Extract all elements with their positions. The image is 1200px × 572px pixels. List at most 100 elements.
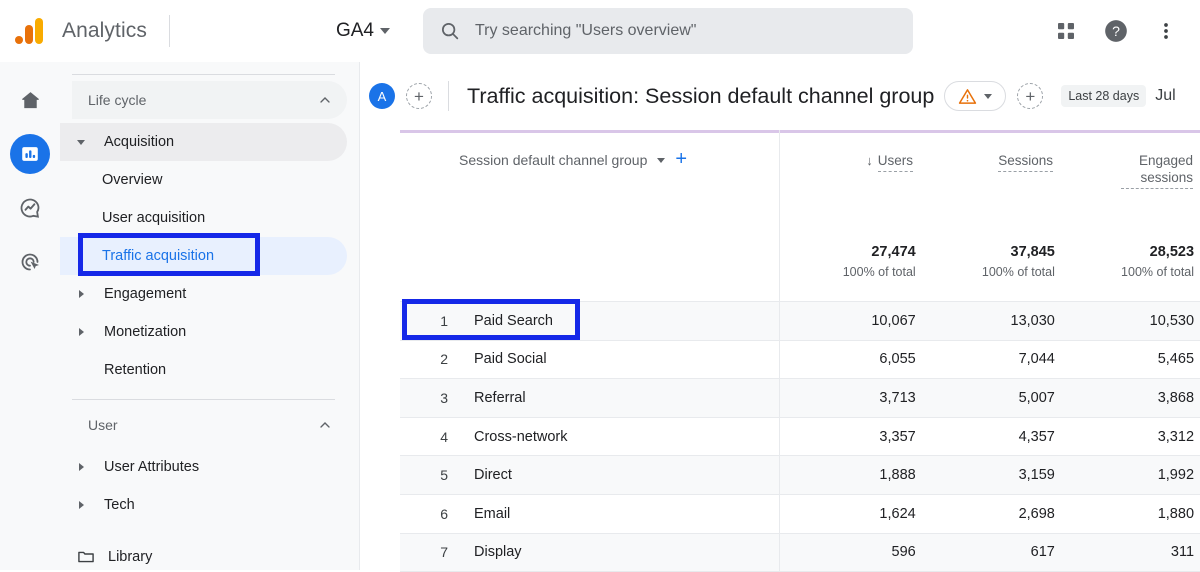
table-row[interactable]: 7 Display 596 617 311 <box>400 533 1200 572</box>
table-row[interactable]: 5 Direct 1,888 3,159 1,992 <box>400 456 1200 495</box>
row-name[interactable]: Display <box>474 544 522 560</box>
more-options-button[interactable] <box>1146 11 1186 51</box>
row-dimension-cell: 3 Referral <box>400 390 777 406</box>
row-name[interactable]: Paid Search <box>474 313 553 329</box>
apps-grid-icon <box>1058 23 1074 39</box>
nav-item-label: Tech <box>104 497 135 513</box>
row-name[interactable]: Email <box>474 506 510 522</box>
row-sessions: 3,159 <box>1018 467 1055 484</box>
row-name[interactable]: Paid Social <box>474 351 547 367</box>
rail-item-reports[interactable] <box>10 134 50 174</box>
caret-right-icon <box>72 290 90 298</box>
row-sessions: 617 <box>1030 544 1055 561</box>
row-users: 10,067 <box>871 312 916 329</box>
row-dimension-cell: 6 Email <box>400 506 777 522</box>
row-name[interactable]: Referral <box>474 390 526 406</box>
rail-item-home[interactable] <box>10 80 50 120</box>
table-column-divider <box>779 533 780 572</box>
nav-item-traffic-acquisition[interactable]: Traffic acquisition <box>60 237 347 275</box>
row-rank: 4 <box>440 428 448 445</box>
dimension-label[interactable]: Session default channel group <box>459 152 647 168</box>
search-input[interactable]: Try searching "Users overview" <box>422 8 913 54</box>
rail-item-explore[interactable] <box>10 188 50 228</box>
row-name[interactable]: Cross-network <box>474 429 567 445</box>
nav-section-life-cycle[interactable]: Life cycle <box>72 81 347 119</box>
caret-down-icon <box>72 139 90 145</box>
totals-subtitle: 100% of total <box>842 265 916 279</box>
nav-item-acquisition[interactable]: Acquisition <box>60 123 347 161</box>
reports-bar-chart-icon <box>22 147 38 161</box>
search-placeholder: Try searching "Users overview" <box>474 22 697 39</box>
avatar[interactable]: A <box>369 83 395 109</box>
table-row[interactable]: 4 Cross-network 3,357 4,357 3,312 <box>400 417 1200 457</box>
nav-section-label: Life cycle <box>88 92 147 108</box>
table-row[interactable]: 6 Email 1,624 2,698 1,880 <box>400 494 1200 534</box>
top-bar: Analytics GA4 Try searching "Users overv… <box>0 0 1200 62</box>
row-users: 6,055 <box>879 351 916 368</box>
totals-subtitle: 100% of total <box>981 265 1055 279</box>
arrow-down-icon: ↓ <box>866 153 873 168</box>
nav-item-library[interactable]: Library <box>60 538 359 570</box>
nav-item-user-attributes[interactable]: User Attributes <box>60 448 347 486</box>
row-engaged-sessions: 3,312 <box>1157 428 1195 445</box>
row-dimension-cell: 2 Paid Social <box>400 351 777 367</box>
metric-header-engaged-sessions: Engaged sessions <box>1059 142 1199 240</box>
warning-triangle-icon <box>959 88 977 104</box>
nav-section-user[interactable]: User <box>72 406 347 444</box>
nav-item-tech[interactable]: Tech <box>60 486 347 524</box>
table-row[interactable]: 3 Referral 3,713 5,007 3,868 <box>400 379 1200 418</box>
data-table: Session default channel group + ↓ Users S… <box>361 130 1200 572</box>
row-name[interactable]: Direct <box>474 467 512 483</box>
row-sessions: 4,357 <box>1018 428 1055 445</box>
help-circle-icon: ? <box>1105 20 1127 42</box>
metric-label[interactable]: Sessions <box>998 152 1053 172</box>
nav-item-retention[interactable]: Retention <box>60 351 347 389</box>
table-column-divider <box>779 379 780 417</box>
row-rank: 3 <box>440 389 448 406</box>
table-column-divider <box>779 417 780 456</box>
table-column-divider <box>779 340 780 379</box>
help-button[interactable]: ? <box>1096 11 1136 51</box>
row-engaged-sessions: 311 <box>1170 544 1195 561</box>
row-rank: 2 <box>440 351 448 368</box>
caret-right-icon <box>72 463 90 471</box>
metric-label[interactable]: Engaged sessions <box>1121 152 1193 189</box>
nav-item-label: Monetization <box>104 324 187 340</box>
metric-label[interactable]: Users <box>877 152 913 172</box>
caret-down-icon <box>984 93 993 99</box>
metric-header-sessions: Sessions <box>919 142 1059 240</box>
caret-down-icon[interactable] <box>657 158 666 163</box>
rail-item-advertising[interactable] <box>10 242 50 282</box>
row-engaged-sessions: 5,465 <box>1157 351 1195 368</box>
page-title: Traffic acquisition: Session default cha… <box>467 83 935 108</box>
add-dimension-button[interactable]: + <box>675 149 687 169</box>
nav-item-user-acquisition[interactable]: User acquisition <box>60 199 347 237</box>
metric-header-users: ↓ Users <box>779 142 919 240</box>
caret-right-icon <box>72 501 90 509</box>
row-dimension-cell: 7 Display <box>400 544 777 560</box>
nav-item-overview[interactable]: Overview <box>60 161 347 199</box>
row-users: 1,624 <box>879 505 916 522</box>
apps-grid-button[interactable] <box>1046 11 1086 51</box>
row-rank: 7 <box>440 544 448 561</box>
main-content: A + Traffic acquisition: Session default… <box>361 62 1200 572</box>
property-selector[interactable]: GA4 <box>336 20 390 42</box>
nav-divider <box>72 399 335 400</box>
date-range-selector[interactable]: Last 28 days <box>1061 85 1147 107</box>
table-row[interactable]: 1 Paid Search 10,067 13,030 10,530 <box>400 302 1200 341</box>
nav-item-monetization[interactable]: Monetization <box>60 313 347 351</box>
chevron-up-icon <box>320 422 330 428</box>
row-rank: 1 <box>440 312 448 329</box>
add-comparison-button[interactable]: + <box>406 83 432 109</box>
explore-trending-icon <box>20 198 40 218</box>
totals-value: 28,523 <box>1149 244 1195 260</box>
nav-item-label: Engagement <box>104 286 187 302</box>
navigation-panel: Life cycle Acquisition Overview User acq… <box>60 62 360 570</box>
nav-item-engagement[interactable]: Engagement <box>60 275 347 313</box>
warning-button[interactable] <box>944 81 1007 111</box>
add-segment-button[interactable]: + <box>1017 83 1044 109</box>
table-header: Session default channel group + ↓ Users S… <box>400 130 1200 240</box>
table-column-divider <box>779 456 780 494</box>
table-row[interactable]: 2 Paid Social 6,055 7,044 5,465 <box>400 340 1200 380</box>
date-range-detail: Jul <box>1155 87 1176 104</box>
